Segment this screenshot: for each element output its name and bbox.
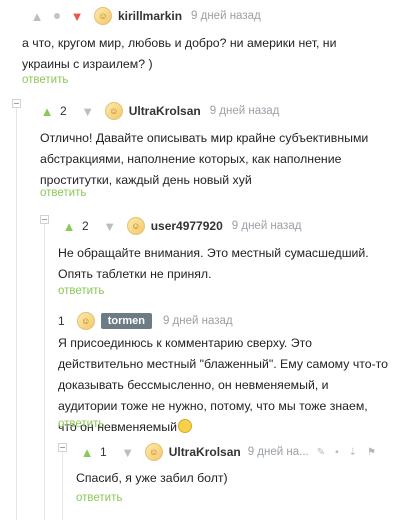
- rating-dot-icon: [54, 13, 60, 19]
- comment-time[interactable]: 9 дней назад: [232, 220, 302, 232]
- vote-down-icon[interactable]: ▼: [121, 445, 135, 460]
- comment-toolbar: ✎ ▪ ⇣ ⚑: [317, 447, 376, 458]
- comment-text: Спасиб, я уже забил болт): [76, 471, 228, 485]
- pencil-icon[interactable]: ✎: [317, 447, 325, 458]
- reply-link[interactable]: ответить: [76, 492, 122, 504]
- vote-down-icon[interactable]: ▼: [70, 9, 84, 24]
- reply-link[interactable]: ответить: [58, 285, 104, 297]
- comment-header: ▲ 2 ▼ ☺ user4977920 9 дней назад: [62, 215, 301, 237]
- pin-icon[interactable]: ⇣: [349, 447, 357, 458]
- vote-down-icon[interactable]: ▼: [81, 104, 95, 119]
- avatar-icon[interactable]: ☺: [76, 312, 95, 330]
- reply-link[interactable]: ответить: [40, 187, 86, 199]
- avatar-icon[interactable]: ☺: [144, 443, 163, 461]
- comment-text: а что, кругом мир, любовь и добро? ни ам…: [22, 36, 337, 71]
- reply-link[interactable]: ответить: [22, 74, 68, 86]
- vote-up-icon[interactable]: ▲: [80, 445, 94, 460]
- comment-header: ▲ 2 ▼ ☺ UltraKrolsan 9 дней назад: [40, 100, 279, 122]
- thread-line: [62, 452, 63, 520]
- author-name[interactable]: kirillmarkin: [118, 9, 182, 23]
- rating-count: 2: [60, 104, 67, 118]
- avatar-icon[interactable]: ☺: [126, 217, 145, 235]
- vote-down-icon[interactable]: ▼: [103, 219, 117, 234]
- comment-time[interactable]: 9 дней назад: [210, 105, 280, 117]
- comment-time[interactable]: 9 дней назад: [191, 10, 261, 22]
- vote-up-icon[interactable]: ▲: [62, 219, 76, 234]
- collapse-thread-toggle[interactable]: [40, 215, 49, 224]
- avatar-icon[interactable]: ☺: [94, 7, 112, 25]
- author-name[interactable]: UltraKrolsan: [169, 445, 241, 459]
- comment-text: Не обращайте внимания. Это местный сумас…: [58, 246, 369, 281]
- comment-header: 1 ☺ tormen 9 дней назад: [58, 310, 233, 332]
- author-name[interactable]: tormen: [100, 313, 152, 329]
- comment-header: ▲ ▼ ☺ kirillmarkin 9 дней назад: [30, 5, 261, 27]
- comment-time[interactable]: 9 дней назад: [163, 315, 233, 327]
- save-icon[interactable]: ▪: [335, 447, 339, 458]
- rating-count: 1: [58, 314, 65, 328]
- collapse-thread-toggle[interactable]: [12, 99, 21, 108]
- collapse-thread-toggle[interactable]: [58, 443, 67, 452]
- thread-line: [44, 224, 45, 520]
- comment-header: ▲ 1 ▼ ☺ UltraKrolsan 9 дней на... ✎ ▪ ⇣ …: [80, 441, 376, 463]
- rating-count: 2: [82, 219, 89, 233]
- rating-count: 1: [100, 445, 107, 459]
- vote-up-icon[interactable]: ▲: [30, 9, 44, 24]
- vote-up-icon[interactable]: ▲: [40, 104, 54, 119]
- author-name[interactable]: UltraKrolsan: [129, 104, 201, 118]
- avatar-icon[interactable]: ☺: [104, 102, 123, 120]
- comment-text-wrap: Я присоединюсь к комментарию сверху. Это…: [58, 333, 388, 438]
- comment-text: Я присоединюсь к комментарию сверху. Это…: [58, 336, 388, 434]
- comment-text: Отлично! Давайте описывать мир крайне су…: [40, 131, 369, 187]
- slightly-smiling-emoji-icon: [177, 419, 192, 433]
- comment-time[interactable]: 9 дней на...: [248, 446, 309, 458]
- thread-line: [16, 108, 17, 520]
- author-name[interactable]: user4977920: [151, 219, 223, 233]
- flag-icon[interactable]: ⚑: [367, 447, 376, 458]
- reply-link[interactable]: ответить: [58, 418, 104, 430]
